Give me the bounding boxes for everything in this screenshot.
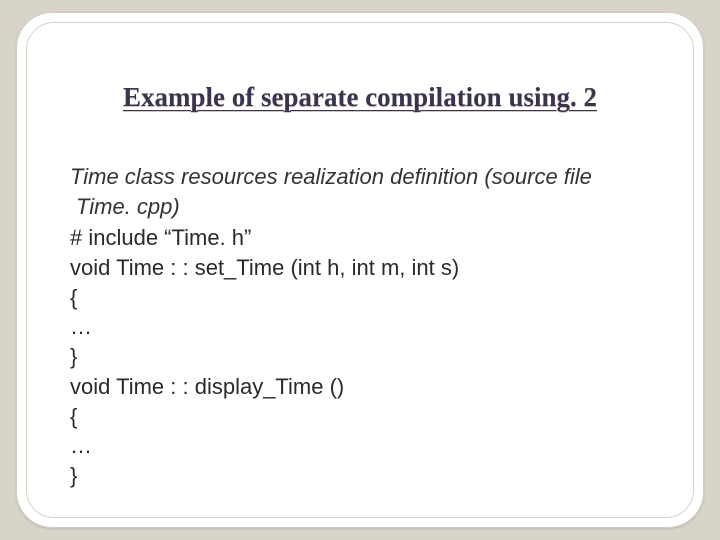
code-line: void Time : : set_Time (int h, int m, in… [70,253,650,283]
code-line: … [70,312,650,342]
code-line: void Time : : display_Time () [70,372,650,402]
code-line: … [70,431,650,461]
slide-frame: Example of separate compilation using. 2… [16,12,704,528]
code-line: { [70,402,650,432]
code-line: } [70,342,650,372]
slide-description: Time class resources realization definit… [70,162,650,221]
code-line: # include “Time. h” [70,223,650,253]
code-line: } [70,461,650,491]
slide-title: Example of separate compilation using. 2 [16,82,704,113]
slide-body: Time class resources realization definit… [70,162,650,491]
code-line: { [70,283,650,313]
